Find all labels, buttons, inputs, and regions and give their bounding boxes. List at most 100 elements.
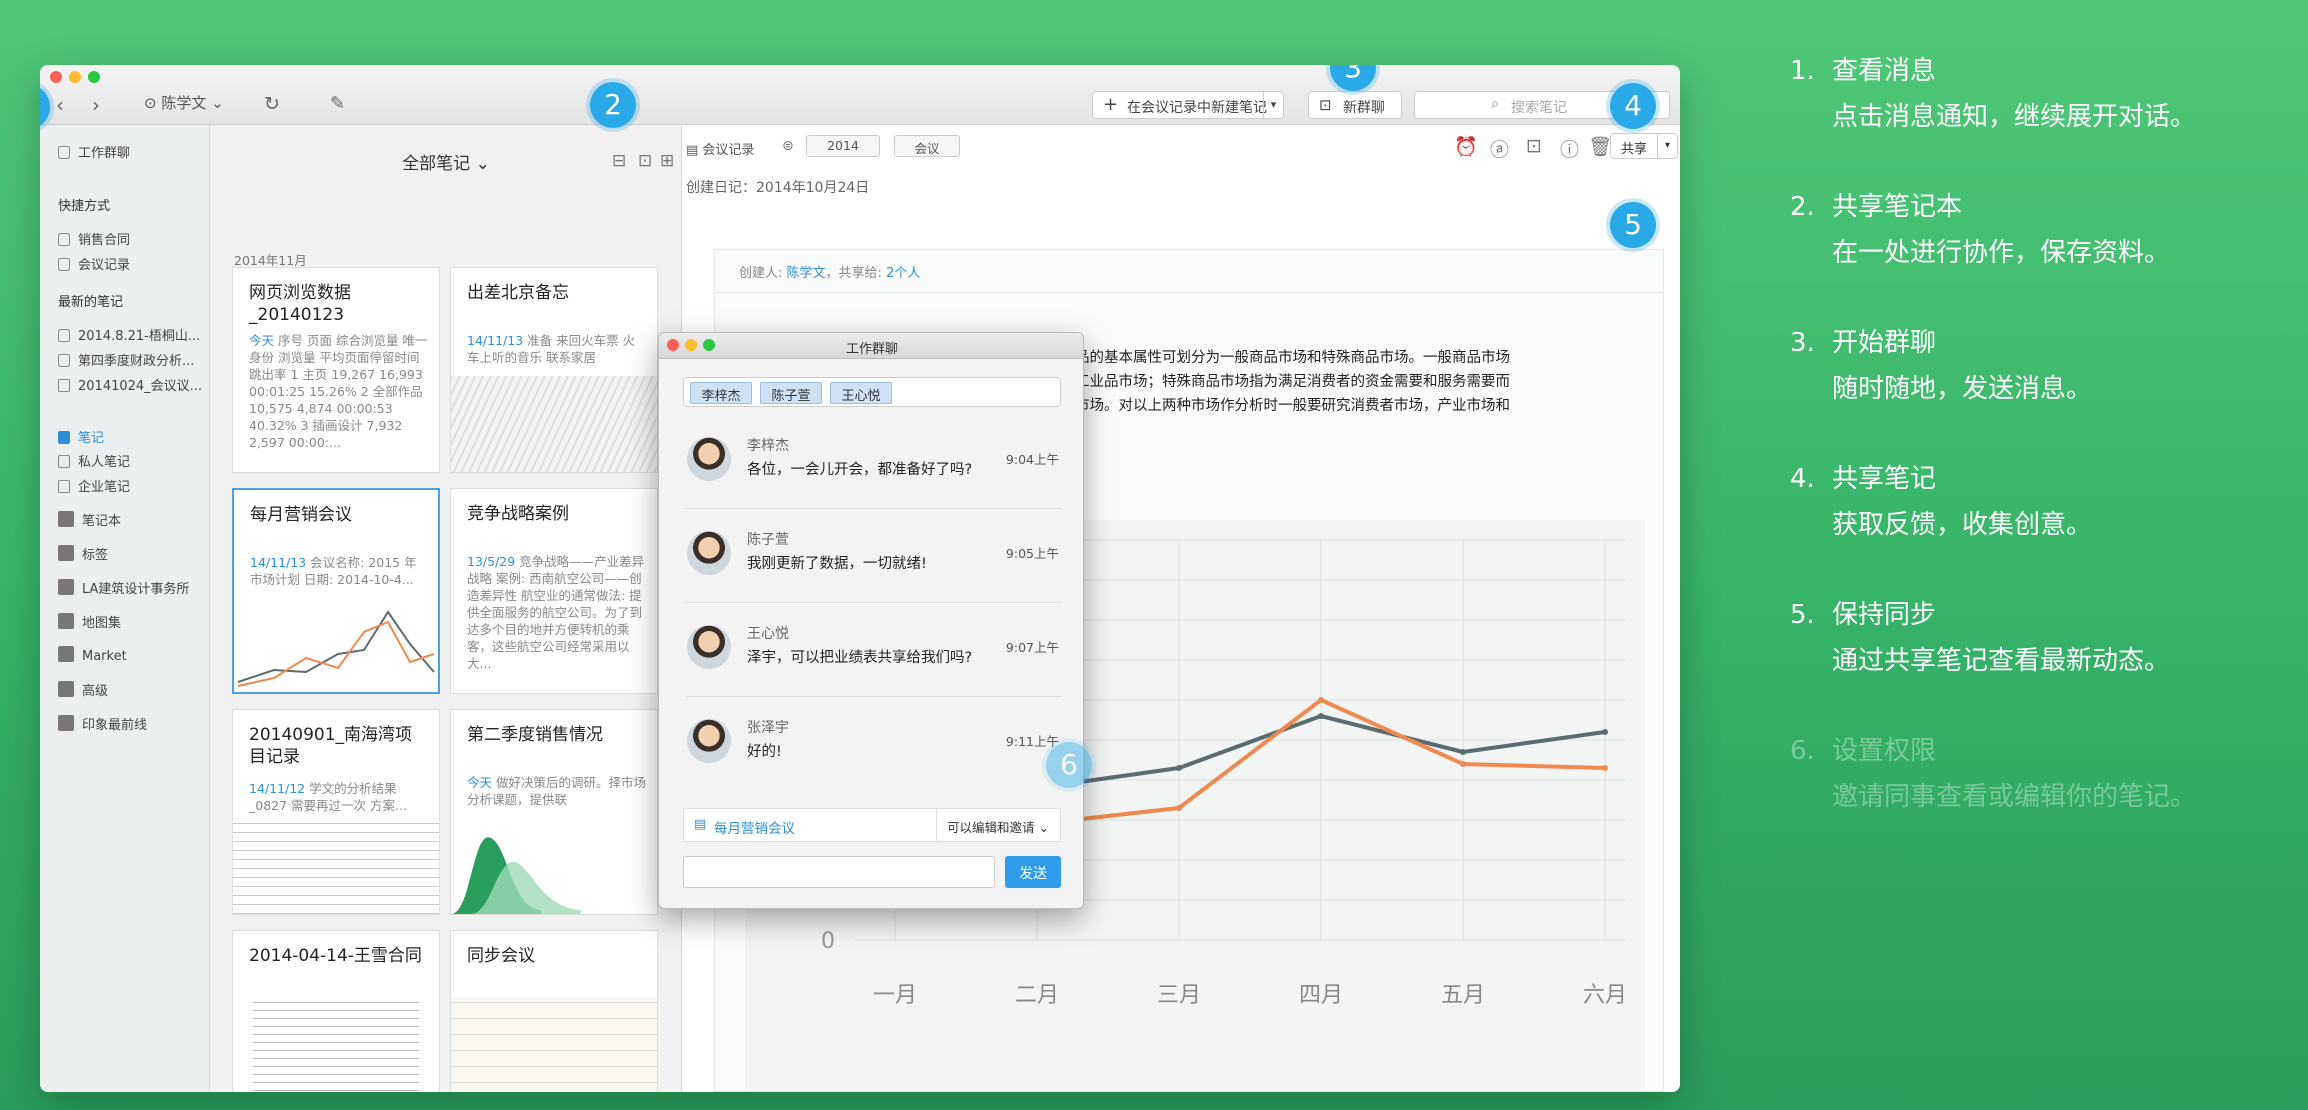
- tag-chip[interactable]: 会议: [894, 135, 960, 157]
- notebook-selector[interactable]: ▤ 会议记录: [686, 139, 754, 158]
- close-window-button[interactable]: [50, 71, 62, 83]
- back-icon[interactable]: ‹: [56, 93, 64, 117]
- note-card[interactable]: 20140901_南海湾项目记录 14/11/12 学文的分析结果_0827 需…: [232, 709, 440, 915]
- member-chip[interactable]: 李梓杰: [690, 382, 752, 404]
- member-chip[interactable]: 陈子萱: [760, 382, 822, 404]
- user-name: 陈学文 ⌄: [161, 94, 224, 112]
- plus-icon: +: [1103, 94, 1119, 115]
- hint-badge: 5: [1610, 202, 1656, 248]
- sidebar-item-label: 高级: [82, 684, 109, 699]
- new-note-label: 在会议记录中新建笔记: [1127, 100, 1267, 116]
- message-sender: 陈子萱: [747, 532, 789, 548]
- note-icon: [58, 480, 70, 493]
- notes-icon: [58, 431, 70, 444]
- note-card-selected[interactable]: 每月营销会议 14/11/13 会议名称: 2015 年市场计划 日期: 201…: [232, 488, 440, 694]
- feature-title: 查看消息: [1832, 56, 1937, 86]
- shared-label: ，共享给:: [825, 266, 882, 281]
- sidebar-item-meeting-notes[interactable]: 会议记录: [58, 254, 208, 273]
- sidebar-item-notes[interactable]: 笔记: [58, 427, 208, 446]
- sync-icon[interactable]: ↻: [264, 93, 280, 115]
- sidebar-item-label: 企业笔记: [78, 480, 131, 495]
- sidebar-item-recent[interactable]: 20141024_会议议...: [58, 375, 208, 394]
- new-chat-button[interactable]: ⊡ 新群聊: [1308, 91, 1402, 119]
- search-placeholder: 搜索笔记: [1511, 100, 1567, 116]
- message-text: 各位，一会儿开会，都准备好了吗?: [747, 462, 973, 478]
- feature-number: 2.: [1790, 192, 1815, 222]
- close-chat-button[interactable]: [667, 339, 679, 351]
- note-card[interactable]: 网页浏览数据_20140123 今天 序号 页面 综合浏览量 唯一身份 浏览量 …: [232, 267, 440, 473]
- shared-with-link[interactable]: 2个人: [886, 266, 920, 281]
- notebook-icon: [58, 258, 70, 271]
- sidebar-item-business-notes[interactable]: 企业笔记: [58, 476, 208, 495]
- sidebar-item-atlas[interactable]: 地图集: [58, 612, 208, 631]
- sidebar-item-recent[interactable]: 2014.8.21-梧桐山...: [58, 325, 208, 344]
- note-card[interactable]: 出差北京备忘 14/11/13 准备 来回火车票 火车上听的音乐 联系家居: [450, 267, 658, 473]
- note-thumbnail: [451, 376, 657, 472]
- zoom-chat-button[interactable]: [703, 339, 715, 351]
- message-time: 9:05上午: [1005, 546, 1059, 561]
- sidebar-item-notebooks[interactable]: 笔记本: [58, 510, 208, 529]
- message-text: 我刚更新了数据，一切就绪!: [747, 556, 927, 572]
- permission-dropdown[interactable]: 可以编辑和邀请 ⌄: [936, 809, 1049, 841]
- creator-link[interactable]: 陈学文: [787, 266, 826, 281]
- info-icon[interactable]: ⓘ: [1560, 135, 1579, 162]
- chat-members-field[interactable]: 李梓杰 陈子萱 王心悦: [683, 377, 1061, 407]
- chevron-down-icon[interactable]: ▾: [1263, 92, 1283, 118]
- x-tick-label: 六月: [1583, 983, 1627, 1008]
- chevron-down-icon[interactable]: ▾: [1657, 134, 1677, 158]
- sidebar-item-label: 销售合同: [78, 233, 131, 248]
- work-chat-broom-icon[interactable]: ✎: [330, 93, 345, 114]
- note-card-title: 第二季度销售情况: [467, 725, 603, 745]
- share-icon[interactable]: ⊡: [638, 151, 652, 171]
- note-card[interactable]: 2014-04-14-王雪合同: [232, 930, 440, 1092]
- note-card[interactable]: 同步会议: [450, 930, 658, 1092]
- feature-number: 3.: [1790, 328, 1815, 358]
- view-toggle-icon[interactable]: ⊞: [660, 151, 674, 171]
- sidebar-item-market[interactable]: Market: [58, 646, 208, 664]
- sidebar-item-label: 会议记录: [78, 258, 131, 273]
- x-tick-label: 四月: [1299, 983, 1343, 1008]
- forward-icon[interactable]: ›: [92, 93, 100, 117]
- member-chip[interactable]: 王心悦: [830, 382, 892, 404]
- note-card[interactable]: 竞争战略案例 13/5/29 竞争战略——产业差异战略 案例: 西南航空公司——…: [450, 488, 658, 694]
- minimize-chat-button[interactable]: [685, 339, 697, 351]
- sidebar-item-recent[interactable]: 第四季度财政分析...: [58, 350, 208, 369]
- sidebar-item-premium[interactable]: 高级: [58, 680, 208, 699]
- chat-title: 工作群聊: [845, 342, 898, 357]
- sidebar-item-label: 笔记本: [82, 514, 122, 529]
- shared-note-link[interactable]: ▤ 每月营销会议 可以编辑和邀请 ⌄: [683, 808, 1061, 842]
- note-card-title: 同步会议: [467, 946, 535, 966]
- reminder-icon[interactable]: ⏰: [1454, 135, 1478, 158]
- sidebar: 工作群聊 快捷方式 销售合同 会议记录 最新的笔记 2014.8.21-梧桐山.…: [40, 125, 210, 1092]
- sidebar-item-label: 标签: [82, 548, 109, 563]
- sidebar-item-private-notes[interactable]: 私人笔记: [58, 451, 208, 470]
- new-chat-label: 新群聊: [1343, 100, 1385, 116]
- send-button[interactable]: 发送: [1005, 856, 1061, 888]
- trash-icon[interactable]: 🗑: [1588, 135, 1612, 158]
- message-input[interactable]: [683, 856, 995, 888]
- notebook-info-icon[interactable]: ⊟: [612, 151, 626, 171]
- user-menu[interactable]: ⊙ 陈学文 ⌄: [144, 92, 224, 113]
- present-icon[interactable]: ⊡: [1526, 135, 1542, 157]
- sidebar-item-frontline[interactable]: 印象最前线: [58, 714, 208, 733]
- sidebar-item-label: 笔记: [78, 431, 105, 446]
- note-card[interactable]: 第二季度销售情况 今天 做好决策后的调研。择市场分析课题，提供联: [450, 709, 658, 915]
- premium-icon: [58, 681, 74, 697]
- sidebar-item-sales-contract[interactable]: 销售合同: [58, 229, 208, 248]
- sidebar-item-work-chat[interactable]: 工作群聊: [58, 142, 208, 161]
- note-card-date: 今天: [467, 775, 493, 790]
- account-icon: ⊙: [144, 94, 162, 112]
- zoom-window-button[interactable]: [88, 71, 100, 83]
- sidebar-item-tags[interactable]: 标签: [58, 544, 208, 563]
- share-button[interactable]: 共享 ▾: [1610, 133, 1678, 159]
- note-list: 全部笔记 ⌄ ⊟ ⊡ ⊞ 2014年11月 网页浏览数据_20140123 今天…: [210, 125, 682, 1092]
- share-label: 共享: [1621, 142, 1648, 157]
- chat-icon: [58, 146, 70, 159]
- tag-chip[interactable]: 2014: [806, 135, 880, 157]
- atlas-icon: [58, 613, 74, 629]
- building-icon: [58, 579, 74, 595]
- minimize-window-button[interactable]: [69, 71, 81, 83]
- at-icon[interactable]: ⓐ: [1490, 135, 1509, 162]
- sidebar-item-la-firm[interactable]: LA建筑设计事务所: [58, 578, 208, 597]
- new-note-button[interactable]: + 在会议记录中新建笔记 ▾: [1092, 91, 1284, 119]
